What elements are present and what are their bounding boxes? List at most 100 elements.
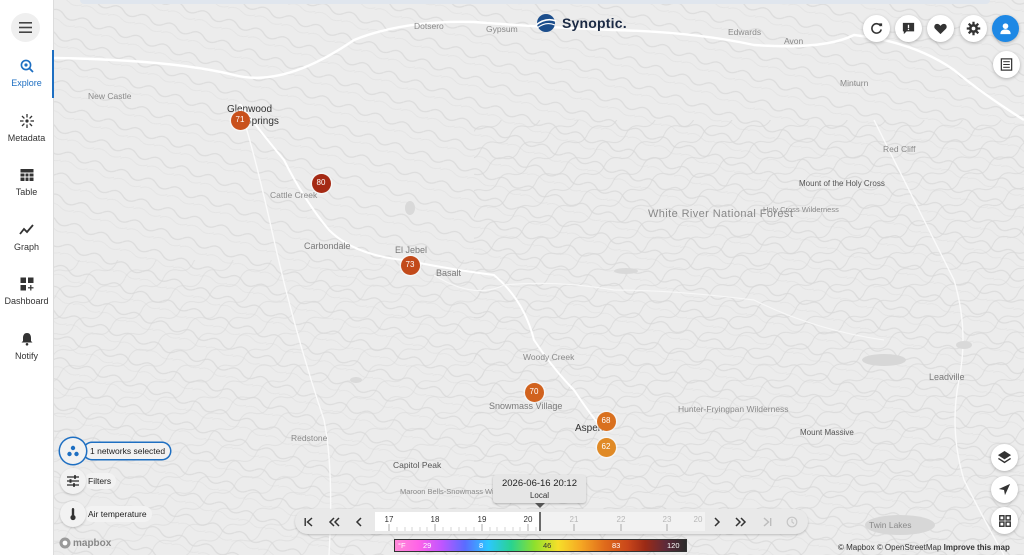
list-icon [1000, 58, 1013, 71]
place-label: Dotsero [414, 21, 444, 31]
place-label: Leadville [929, 372, 965, 382]
station-value: 71 [235, 115, 245, 124]
sliders-icon [67, 475, 79, 487]
settings-button[interactable] [960, 15, 987, 42]
place-label: Minturn [840, 78, 869, 88]
skip-end-icon [763, 516, 771, 527]
variable-pill[interactable]: Air temperature [84, 506, 152, 522]
legend-label: 8 [479, 541, 484, 550]
navigation-arrow-icon [998, 483, 1011, 496]
mapbox-attribution-link[interactable]: © Mapbox [838, 543, 875, 552]
time-datetime: 2026-06-16 20:12 [501, 478, 577, 489]
filters-label: Filters [88, 476, 112, 486]
filters-pill[interactable]: Filters [84, 473, 117, 489]
place-label: Mount Massive [800, 428, 854, 437]
map[interactable]: Dotsero Gypsum Edwards Avon Minturn New … [54, 0, 1024, 555]
networks-label: 1 networks selected [90, 446, 166, 456]
gear-icon [966, 21, 981, 36]
sidebar-item-explore[interactable]: Explore [0, 50, 54, 104]
networks-icon [67, 445, 79, 457]
sidebar-item-label: Table [15, 187, 38, 197]
live-button[interactable] [784, 514, 800, 529]
legend-label: 46 [543, 541, 552, 550]
filters-button[interactable] [60, 468, 86, 494]
place-label: Maroon Bells-Snowmass Wilderness [400, 487, 523, 496]
sidebar-item-metadata[interactable]: Metadata [0, 111, 53, 159]
feedback-button[interactable] [895, 15, 922, 42]
time-cursor[interactable] [539, 512, 541, 531]
double-chevron-left-icon [328, 516, 340, 527]
place-label: Avon [784, 36, 804, 46]
station-marker[interactable]: 73 [400, 255, 420, 275]
step-forward-button[interactable] [709, 514, 725, 529]
locate-button[interactable] [991, 476, 1018, 503]
layers-button[interactable] [991, 444, 1018, 471]
chevron-right-icon [714, 516, 721, 527]
user-icon [1000, 23, 1011, 35]
heart-icon [934, 23, 947, 35]
station-value: 70 [529, 387, 539, 396]
explore-icon [20, 59, 34, 73]
networks-button[interactable] [60, 438, 86, 464]
place-label: New Castle [88, 91, 132, 101]
station-value: 68 [601, 416, 611, 425]
grid-view-button[interactable] [991, 507, 1018, 534]
mapbox-logo[interactable]: mapbox [59, 537, 111, 549]
graph-icon [18, 224, 34, 235]
metadata-icon [19, 114, 34, 128]
place-label: Hunter-Fryingpan Wilderness [678, 404, 789, 414]
data-list-button[interactable] [993, 51, 1020, 78]
station-marker[interactable]: 80 [311, 173, 331, 193]
time-tick-label: 20 [523, 515, 533, 524]
station-marker[interactable]: 68 [596, 411, 616, 431]
sidebar-item-label: Graph [13, 242, 39, 252]
time-tick-label: 17 [384, 515, 394, 524]
time-tick-label: 19 [477, 515, 487, 524]
menu-button[interactable] [11, 13, 40, 42]
clock-icon [786, 516, 798, 527]
station-marker[interactable]: 70 [524, 382, 544, 402]
improve-map-link[interactable]: Improve this map [944, 543, 1010, 552]
step-back-fast-button[interactable] [326, 514, 342, 529]
sidebar-item-dashboard[interactable]: Dashboard [0, 274, 53, 322]
time-slider-bar: 17 18 19 20 21 22 23 20 [295, 509, 808, 534]
legend-label: 83 [612, 541, 621, 550]
hamburger-icon [19, 22, 32, 33]
time-scale[interactable]: 17 18 19 20 21 22 23 20 [375, 512, 705, 531]
sidebar-item-label: Notify [14, 351, 38, 361]
bell-icon [21, 333, 32, 346]
refresh-button[interactable] [863, 15, 890, 42]
jump-start-button[interactable] [301, 514, 317, 529]
color-legend: °F 29 8 46 83 120 [394, 539, 687, 552]
sidebar-item-label: Explore [11, 78, 42, 88]
sidebar-item-notify[interactable]: Notify [0, 329, 53, 377]
dashboard-icon [20, 277, 33, 291]
step-back-button[interactable] [351, 514, 367, 529]
thermometer-icon [70, 508, 76, 521]
place-label: Capitol Peak [393, 460, 442, 470]
place-label: Red Cliff [883, 144, 916, 154]
station-value: 80 [316, 178, 326, 187]
step-forward-fast-button[interactable] [733, 514, 749, 529]
jump-end-button[interactable] [758, 514, 774, 529]
station-value: 73 [405, 260, 415, 269]
osm-attribution-link[interactable]: © OpenStreetMap [877, 543, 942, 552]
variable-label: Air temperature [88, 509, 147, 519]
time-tick-label: 18 [430, 515, 440, 524]
sidebar-item-table[interactable]: Table [0, 165, 53, 213]
account-button[interactable] [992, 15, 1019, 42]
chevron-left-icon [355, 516, 362, 527]
synoptic-logo: Synoptic. [535, 13, 627, 33]
place-label: Snowmass Village [489, 401, 563, 411]
favorites-button[interactable] [927, 15, 954, 42]
station-marker[interactable]: 62 [596, 437, 616, 457]
station-marker[interactable]: 71 [230, 110, 250, 130]
time-tick-label: 21 [569, 515, 579, 524]
variable-button[interactable] [60, 501, 86, 527]
networks-pill[interactable]: 1 networks selected [84, 443, 171, 459]
logo-text: Synoptic. [562, 15, 627, 31]
map-attribution: © Mapbox © OpenStreetMap Improve this ma… [838, 543, 1010, 552]
sidebar-item-label: Metadata [7, 133, 46, 143]
sidebar-item-graph[interactable]: Graph [0, 220, 53, 268]
place-label: Carbondale [304, 241, 351, 251]
